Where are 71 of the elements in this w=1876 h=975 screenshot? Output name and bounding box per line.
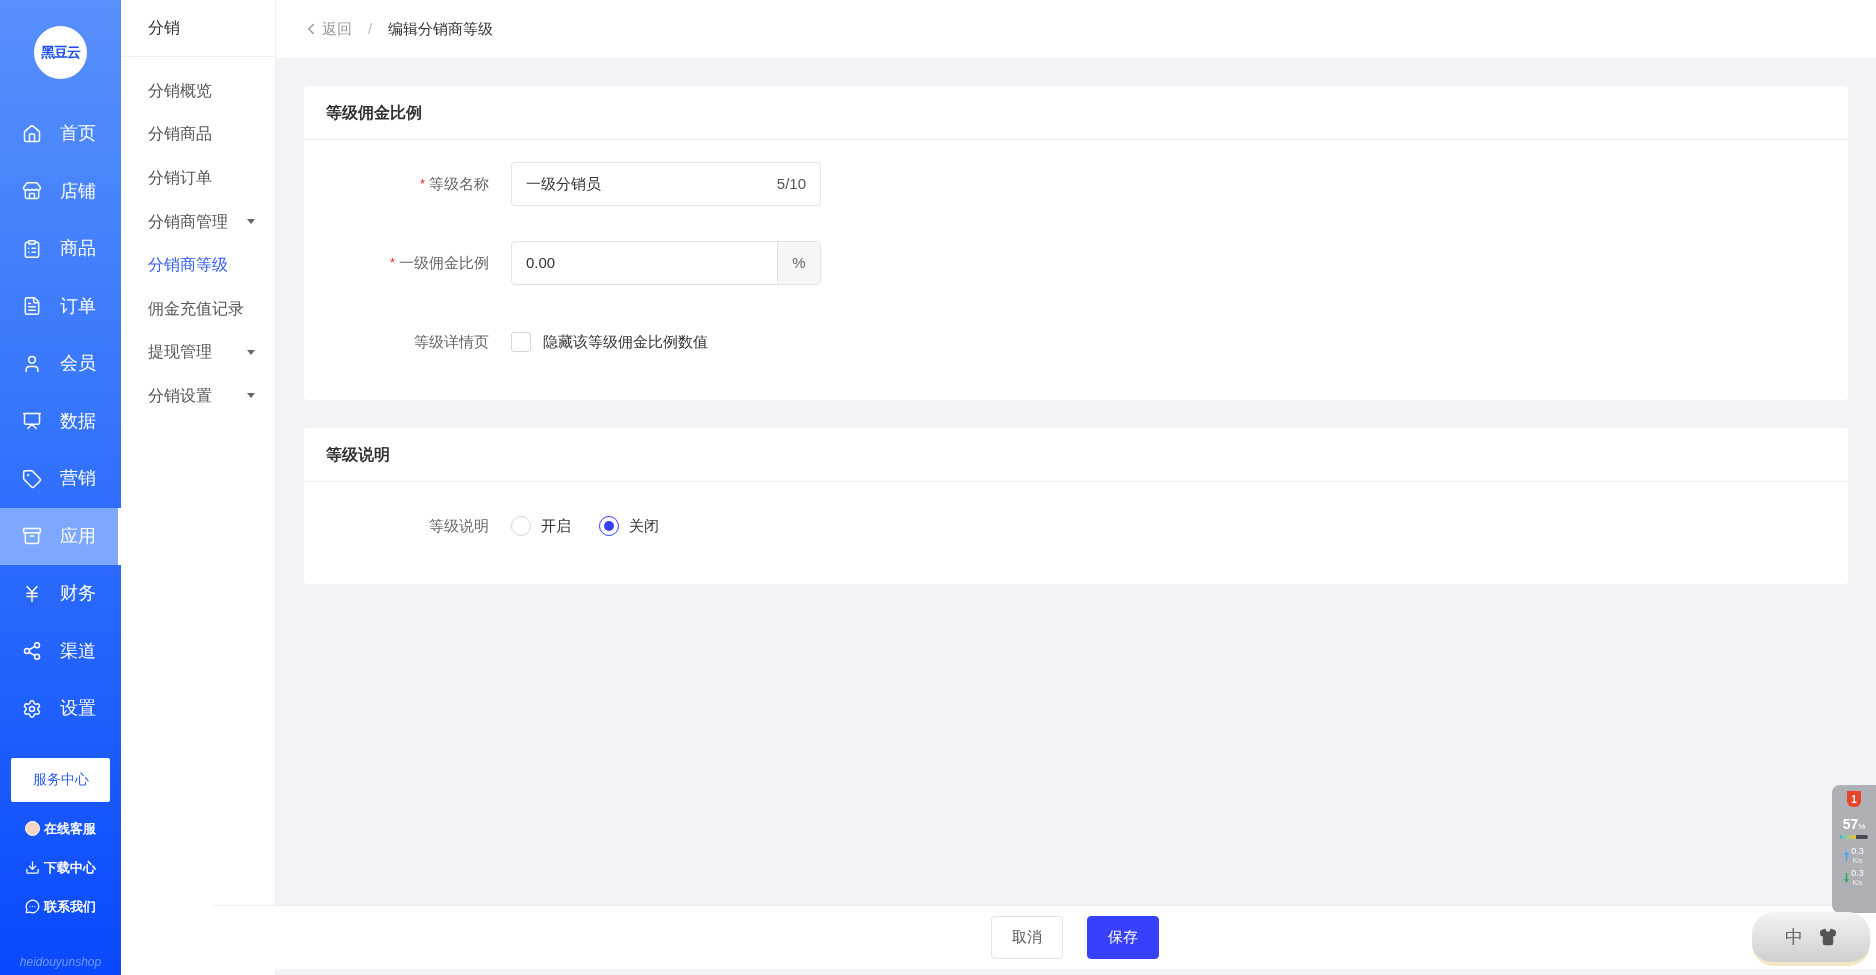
- download-arrow-icon: [1844, 873, 1850, 883]
- upload-speed: 0.3: [1851, 847, 1864, 856]
- download-icon: [25, 860, 40, 875]
- nav-item[interactable]: 首页: [0, 105, 121, 163]
- share-icon: [22, 641, 42, 662]
- sidebar-link[interactable]: 在线客服: [25, 817, 96, 840]
- sub-nav-item[interactable]: 分销商等级: [121, 243, 275, 287]
- save-button[interactable]: 保存: [1086, 916, 1159, 959]
- required-mark: *: [419, 175, 425, 194]
- settings-icon: [22, 698, 42, 719]
- chat-icon: [25, 899, 40, 914]
- breadcrumb-current: 编辑分销商等级: [388, 18, 494, 39]
- unit-suffix: %: [777, 242, 820, 284]
- field-label: 等级名称: [429, 173, 489, 194]
- home-icon: [22, 123, 42, 144]
- nav-item[interactable]: 设置: [0, 680, 121, 738]
- upload-arrow-icon: [1844, 851, 1850, 861]
- nav-item[interactable]: 财务: [0, 565, 121, 623]
- caret-icon: [247, 219, 255, 225]
- logo: 黑豆云: [34, 26, 87, 79]
- sidebar-link[interactable]: 下载中心: [25, 856, 96, 879]
- card-title: 等级佣金比例: [326, 102, 422, 123]
- radio-option[interactable]: 关闭: [599, 514, 659, 538]
- box-icon: [22, 526, 42, 547]
- field-label: 等级详情页: [414, 331, 489, 352]
- store-icon: [22, 181, 42, 202]
- chart-icon: [22, 411, 42, 432]
- back-link[interactable]: 返回: [302, 17, 352, 41]
- cancel-button[interactable]: 取消: [990, 916, 1063, 959]
- nav-item[interactable]: 店铺: [0, 162, 121, 220]
- required-mark: *: [389, 254, 395, 273]
- field-label: 一级佣金比例: [399, 252, 489, 273]
- hide-ratio-checkbox[interactable]: 隐藏该等级佣金比例数值: [511, 330, 708, 354]
- sub-nav-item[interactable]: 佣金充值记录: [121, 286, 275, 331]
- clipboard-icon: [22, 238, 42, 259]
- sub-sidebar-title: 分销: [148, 18, 180, 38]
- document-icon: [22, 296, 42, 317]
- ime-toolbar[interactable]: 中: [1752, 912, 1870, 966]
- service-center-button[interactable]: 服务中心: [11, 757, 110, 802]
- tag-icon: [22, 468, 42, 489]
- text-field[interactable]: 一级分销员 5/10: [511, 162, 821, 206]
- cpu-percent: 57: [1842, 817, 1859, 831]
- card-title: 等级说明: [326, 444, 390, 465]
- character-counter: 5/10: [776, 173, 806, 194]
- skin-icon: [1819, 928, 1837, 946]
- nav-item[interactable]: 数据: [0, 392, 121, 450]
- radio-option[interactable]: 开启: [511, 514, 571, 538]
- user-icon: [22, 353, 42, 374]
- avatar-icon: [25, 821, 40, 836]
- sub-nav-item[interactable]: 分销订单: [121, 156, 275, 200]
- field-label: 等级说明: [429, 515, 489, 536]
- sub-nav-item[interactable]: 提现管理: [121, 330, 275, 375]
- sub-nav-item[interactable]: 分销商管理: [121, 199, 275, 244]
- input-mode-text: 中: [1785, 925, 1803, 949]
- nav-item[interactable]: 会员: [0, 335, 121, 393]
- percent-field[interactable]: 0.00 %: [511, 241, 821, 285]
- breadcrumb-separator: /: [367, 18, 374, 39]
- nav-item[interactable]: 商品: [0, 220, 121, 278]
- nav-item[interactable]: 渠道: [0, 622, 121, 680]
- alert-badge: 1: [1847, 791, 1861, 807]
- download-speed: 0.3: [1851, 869, 1864, 878]
- nav-item[interactable]: 营销: [0, 450, 121, 508]
- sidebar-link[interactable]: 联系我们: [25, 895, 96, 918]
- sub-nav-item[interactable]: 分销商品: [121, 112, 275, 157]
- percent-unit: %: [1858, 822, 1866, 833]
- caret-icon: [247, 393, 255, 399]
- caret-icon: [247, 349, 255, 355]
- brand-text: heidouyunshop: [18, 954, 103, 971]
- nav-item[interactable]: 订单: [0, 277, 121, 335]
- sub-nav-item[interactable]: 分销设置: [121, 374, 275, 418]
- sub-nav-item[interactable]: 分销概览: [121, 69, 275, 113]
